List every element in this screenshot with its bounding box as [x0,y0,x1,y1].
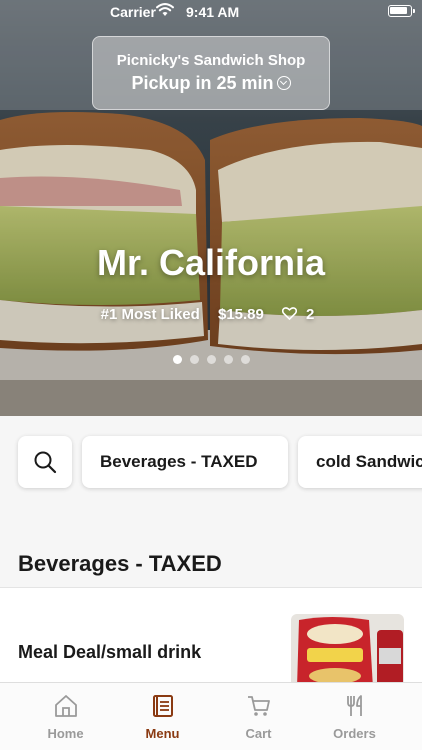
category-chip-beverages[interactable]: Beverages - TAXED [82,436,288,488]
tab-bar: Home Menu Cart Orders [0,682,422,750]
search-icon [34,451,57,474]
carousel-dot[interactable] [240,355,250,364]
featured-item-title: Mr. California [96,242,326,283]
home-icon [55,695,77,717]
cart-icon [248,696,270,716]
tab-cart-label: Cart [245,726,272,741]
status-bar: Carrier 9:41 AM [0,0,422,24]
carousel-dot[interactable] [189,355,199,364]
menu-item-card[interactable]: Meal Deal/small drink [0,587,422,688]
tab-orders[interactable]: Orders [302,683,407,750]
clock: 9:41 AM [186,4,240,20]
menu-item-image [291,614,404,688]
carousel-page-indicator[interactable] [0,351,422,369]
store-name: Picnicky's Sandwich Shop [116,52,306,69]
tab-orders-label: Orders [333,726,376,741]
tab-cart[interactable]: Cart [206,683,311,750]
section-title: Beverages - TAXED [18,551,222,576]
battery-icon [388,5,415,17]
tab-home[interactable]: Home [13,683,118,750]
featured-price: $15.89 [217,306,264,323]
wifi-icon [156,3,174,16]
menu-icon [153,695,173,717]
featured-item-meta: #1 Most Liked $15.89 2 [0,306,422,323]
carousel-dot[interactable] [206,355,216,364]
tab-home-label: Home [47,726,84,741]
fork-knife-icon [347,695,362,716]
store-selector[interactable]: Picnicky's Sandwich Shop Pickup in 25 mi… [92,36,330,110]
menu-item-name: Meal Deal/small drink [18,642,202,662]
search-button[interactable] [18,436,72,488]
tab-menu-label: Menu [145,726,180,741]
carrier-label: Carrier [110,4,156,20]
carousel-dot[interactable] [172,355,182,364]
featured-carousel[interactable]: Carrier 9:41 AM Picnicky's Sandwich Shop… [0,0,422,416]
carousel-dot[interactable] [223,355,233,364]
pickup-time: Pickup in 25 min [93,73,329,94]
featured-likes: 2 [282,306,321,323]
category-bar: Beverages - TAXED cold Sandwiches [0,416,422,510]
tab-menu[interactable]: Menu [110,683,215,750]
chevron-down-icon [276,76,291,90]
category-chip-cold-sandwiches[interactable]: cold Sandwiches [298,436,422,488]
heart-icon [282,307,298,320]
featured-badge: #1 Most Liked [100,306,200,323]
